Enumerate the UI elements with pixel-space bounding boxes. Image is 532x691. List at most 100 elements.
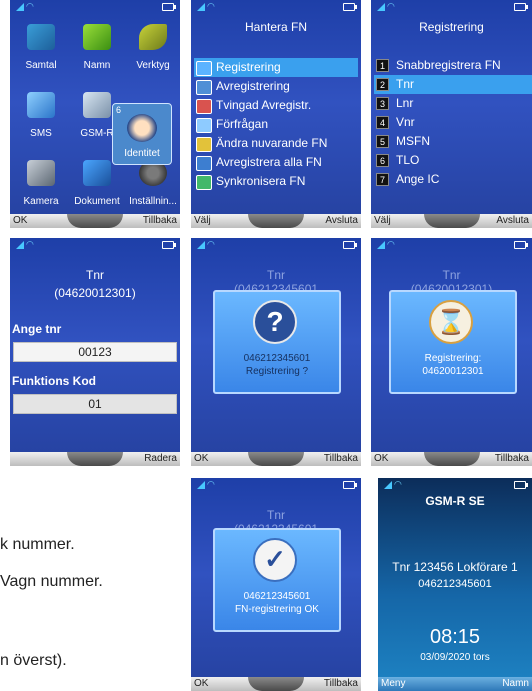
forced-deregister-icon [196,99,212,114]
status-bar: ◠ [10,0,180,14]
menu-item-lnr[interactable]: 3 Lnr [374,94,532,113]
number-6-icon: 6 [376,154,389,167]
phone-screen-confirm-registration: ◠ Tnr (046212345601 ? 046212345601 Regis… [191,238,361,466]
screen-title: Tnr [86,268,104,282]
menu-item-verktyg[interactable]: Verktyg [126,16,180,78]
soft-key-center[interactable] [248,677,304,691]
soft-key-left[interactable]: OK [13,215,27,226]
menu-item-tnr[interactable]: 2 Tnr [374,75,532,94]
wifi-icon: ◠ [387,239,395,249]
menu-item-label: Synkronisera FN [216,174,306,188]
menu-item-label: Avregistrera alla FN [216,155,322,169]
confirm-dialog: ? 046212345601 Registrering ? [213,290,341,394]
soft-key-right[interactable]: Tillbaka [324,678,358,689]
wifi-icon: ◠ [26,1,34,11]
soft-key-bar: Välj Avsluta [191,214,361,228]
battery-icon [343,481,357,489]
menu-item-kamera[interactable]: Kamera [14,152,68,214]
soft-key-center[interactable] [67,214,123,228]
menu-list: Registrering Avregistrering Tvingad Avre… [194,58,358,191]
menu-item-synkronisera-fn[interactable]: Synkronisera FN [194,172,358,191]
soft-key-center[interactable] [248,214,304,228]
menu-label: Samtal [25,60,57,71]
soft-key-right[interactable]: Tillbaka [143,215,177,226]
register-icon [196,61,212,76]
soft-key-right[interactable]: Avsluta [325,215,358,226]
battery-icon [514,241,528,249]
phone-screen-hantera-fn: ◠ Hantera FN Registrering Avregistrering… [191,0,361,228]
status-bar: ◠ [371,0,532,14]
soft-key-right[interactable]: Tillbaka [495,453,529,464]
battery-icon [162,241,176,249]
soft-key-right[interactable]: Avsluta [496,215,529,226]
signal-icon [197,481,205,489]
signal-icon [197,241,205,249]
soft-key-center[interactable] [423,452,480,466]
menu-item-tvingad-avregistr[interactable]: Tvingad Avregistr. [194,96,358,115]
menu-item-avregistrering[interactable]: Avregistrering [194,77,358,96]
wifi-icon: ◠ [207,239,215,249]
soft-key-bar: Välj Avsluta [371,214,532,228]
battery-icon [514,3,528,11]
background-title: Tnr [267,268,285,282]
screen-title: Hantera FN [244,20,308,34]
dialog-text: Registrering: 04620012301 [393,352,513,378]
menu-item-samtal[interactable]: Samtal [14,16,68,78]
menu-item-msfn[interactable]: 5 MSFN [374,132,532,151]
soft-key-left[interactable]: OK [194,453,208,464]
tnr-input[interactable]: 00123 [13,342,177,362]
dialog-line-1: 046212345601 [243,591,311,602]
soft-key-bar: OK Tillbaka [191,452,361,466]
status-bar: ◠ [191,0,361,14]
menu-item-andra-nuvarande-fn[interactable]: Ändra nuvarande FN [194,134,358,153]
battery-icon [343,241,357,249]
menu-item-vnr[interactable]: 4 Vnr [374,113,532,132]
menu-item-tlo[interactable]: 6 TLO [374,151,532,170]
soft-key-left[interactable]: Välj [194,215,211,226]
menu-item-avregistrera-alla-fn[interactable]: Avregistrera alla FN [194,153,358,172]
menu-item-label: Snabbregistrera FN [396,58,501,72]
hourglass-icon: ⌛ [429,300,473,344]
battery-icon [343,3,357,11]
soft-key-right[interactable]: Tillbaka [324,453,358,464]
menu-item-forfragan[interactable]: Förfrågan [194,115,358,134]
menu-item-label: TLO [396,153,420,167]
soft-key-bar: Radera [10,452,180,466]
number-4-icon: 4 [376,116,389,129]
menu-label: Identitet [124,148,160,159]
menu-item-registrering[interactable]: Registrering [194,58,358,77]
soft-key-left[interactable]: OK [374,453,388,464]
dialog-text: 046212345601 FN-registrering OK [217,590,337,616]
battery-icon [162,3,176,11]
wifi-icon: ◠ [207,1,215,11]
funktions-kod-label: Funktions Kod [12,374,96,388]
edit-icon [196,137,212,152]
soft-key-left[interactable]: Meny [381,678,405,689]
soft-key-center[interactable] [67,452,123,466]
soft-key-center[interactable] [248,452,304,466]
menu-item-snabbregistrera-fn[interactable]: 1 Snabbregistrera FN [374,56,532,75]
train-icon [83,92,111,118]
soft-key-center[interactable] [423,214,480,228]
menu-item-label: Registrering [216,60,281,74]
menu-item-namn[interactable]: Namn [70,16,124,78]
dialog-line-1: 046212345601 [243,353,311,364]
menu-label: Dokument [74,196,120,207]
menu-item-ange-ic[interactable]: 7 Ange IC [374,170,532,189]
soft-key-right[interactable]: Namn [502,678,529,689]
menu-item-label: Ange IC [396,172,440,186]
menu-label: SMS [30,128,52,139]
soft-key-right[interactable]: Radera [144,453,177,464]
signal-icon [384,481,392,489]
phone-screen-registration-ok: ◠ Tnr (046212345601 ✓ 046212345601 FN-re… [191,478,361,691]
soft-key-left[interactable]: OK [194,678,208,689]
status-bar: ◠ [378,478,532,492]
clock-date: 03/09/2020 tors [420,652,490,663]
menu-item-sms[interactable]: SMS [14,84,68,146]
soft-key-left[interactable]: Välj [374,215,391,226]
wifi-icon: ◠ [394,479,402,489]
funktions-kod-input[interactable]: 01 [13,394,177,414]
background-title: Tnr [442,268,461,282]
phone-screen-registration-progress: ◠ Tnr (04620012301) ⌛ Registrering: 0462… [371,238,532,466]
menu-item-identitet-selected[interactable]: 6 Identitet [112,103,172,165]
